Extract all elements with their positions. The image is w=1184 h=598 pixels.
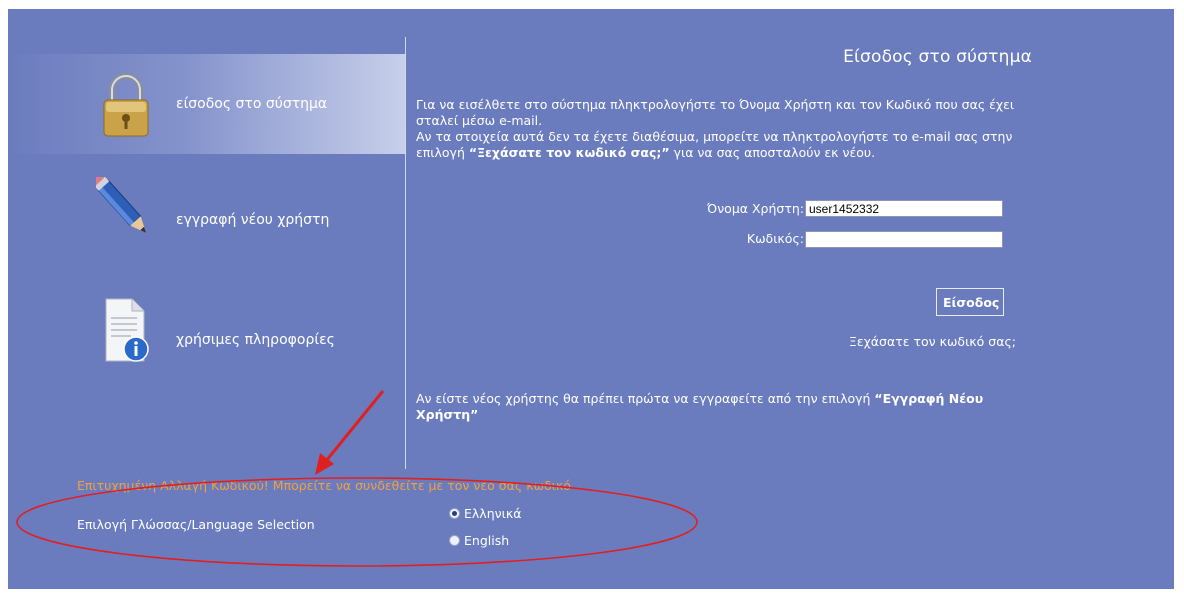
sidebar-item-register[interactable]: εγγραφή νέου χρήστη (8, 167, 405, 267)
sidebar-item-label: εγγραφή νέου χρήστη (176, 212, 330, 228)
sidebar-item-label: χρήσιμες πληροφορίες (176, 332, 335, 348)
username-input[interactable] (805, 200, 1003, 217)
intro-text: Για να εισέλθετε στο σύστημα πληκτρολογή… (416, 97, 1015, 128)
new-user-note: Αν είστε νέος χρήστης θα πρέπει πρώτα να… (416, 391, 1026, 423)
language-option-greek[interactable]: Ελληνικά (449, 506, 521, 521)
language-option-english[interactable]: English (449, 533, 509, 548)
radio-selected-icon[interactable] (449, 508, 460, 519)
login-panel: είσοδος στο σύστημα εγγραφή νέου χρήστη (8, 9, 1174, 589)
login-instructions: Για να εισέλθετε στο σύστημα πληκτρολογή… (416, 97, 1026, 161)
new-user-text: Αν είστε νέος χρήστης θα πρέπει πρώτα να… (416, 391, 875, 406)
page-title: Είσοδος στο σύστημα (843, 47, 1032, 67)
login-button[interactable]: Είσοδος (936, 288, 1004, 316)
language-option-label: Ελληνικά (464, 506, 522, 521)
username-label: Όνομα Χρήστη: (707, 201, 804, 216)
radio-unselected-icon[interactable] (449, 535, 460, 546)
sidebar-item-login[interactable]: είσοδος στο σύστημα (8, 54, 405, 154)
intro-text: για να σας αποσταλούν εκ νέου. (669, 145, 876, 160)
info-document-icon (96, 295, 156, 365)
intro-forgot-reference: “Ξεχάσατε τον κωδικό σας;” (468, 145, 670, 160)
password-label: Κωδικός: (746, 231, 804, 246)
password-input[interactable] (805, 231, 1003, 248)
language-option-label: English (464, 533, 510, 548)
success-message: Επιτυχημένη Αλλαγή Κωδικού! Μπορείτε να … (77, 478, 571, 493)
sidebar-item-label: είσοδος στο σύστημα (176, 96, 328, 112)
padlock-icon (96, 68, 156, 138)
pencil-icon (91, 173, 156, 247)
divider (405, 37, 406, 469)
sidebar-item-info[interactable]: χρήσιμες πληροφορίες (8, 281, 405, 381)
forgot-password-link[interactable]: Ξεχάσατε τον κωδικό σας; (849, 334, 1016, 349)
language-label: Επιλογή Γλώσσας/Language Selection (77, 517, 315, 532)
